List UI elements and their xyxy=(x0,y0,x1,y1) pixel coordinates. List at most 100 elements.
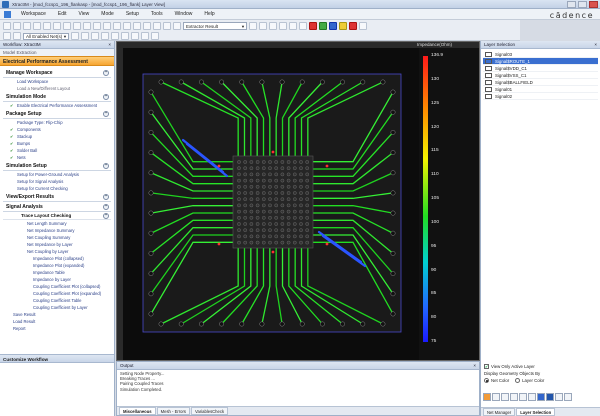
stackup-link[interactable]: Stackup xyxy=(3,133,111,140)
clear-highlight-icon[interactable] xyxy=(91,32,99,40)
refresh-layers-icon[interactable] xyxy=(555,393,563,401)
result-select[interactable]: Extractor Result ▼ xyxy=(183,22,247,30)
package-layout[interactable] xyxy=(123,48,419,360)
run-icon[interactable] xyxy=(249,22,257,30)
pin-icon[interactable] xyxy=(141,32,149,40)
section-package-setup[interactable]: Package Setup ⌃ xyxy=(3,110,111,119)
shape-icon[interactable] xyxy=(131,32,139,40)
menu-window[interactable]: Window xyxy=(169,11,199,17)
collapse-icon[interactable]: ⌃ xyxy=(103,111,109,117)
trace-check-item[interactable]: Net Impedance Summary xyxy=(3,227,111,234)
section-simulation-mode[interactable]: Simulation Mode ⌃ xyxy=(3,93,111,102)
zoom-out-icon[interactable] xyxy=(93,22,101,30)
trace-check-item[interactable]: Impedance Table xyxy=(3,269,111,276)
info-icon[interactable] xyxy=(329,22,337,30)
trace-check-item[interactable]: Coupling Coefficient Table xyxy=(3,297,111,304)
menu-workspace[interactable]: Workspace xyxy=(15,11,52,17)
tab-layer-selection[interactable]: Layer Selection xyxy=(516,408,556,416)
save-result-link[interactable]: Save Result xyxy=(3,311,111,318)
report-link[interactable]: Report xyxy=(3,325,111,332)
new-icon[interactable] xyxy=(3,22,11,30)
properties-icon[interactable] xyxy=(510,393,518,401)
nets-link[interactable]: Nets xyxy=(3,154,111,161)
move-down-icon[interactable] xyxy=(501,393,509,401)
view-only-active-checkbox[interactable] xyxy=(484,363,489,370)
layer-color-swatch[interactable] xyxy=(485,94,492,99)
export-icon[interactable] xyxy=(299,22,307,30)
warning-icon[interactable] xyxy=(339,22,347,30)
menu-mode[interactable]: Mode xyxy=(95,11,120,17)
load-workspace-link[interactable]: Load Workspace xyxy=(3,78,111,85)
text-icon[interactable] xyxy=(151,32,159,40)
section-signal-analysis[interactable]: Signal Analysis ⌃ xyxy=(3,203,111,212)
collapse-icon[interactable]: ⌃ xyxy=(103,194,109,200)
plot-icon[interactable] xyxy=(289,22,297,30)
layer-row[interactable]: Signal$VSS_C1 xyxy=(483,72,598,79)
menu-help[interactable]: Help xyxy=(198,11,220,17)
layer-color-swatch[interactable] xyxy=(485,80,492,85)
net-icon[interactable] xyxy=(153,22,161,30)
section-view-export[interactable]: View/Export Results ⌃ xyxy=(3,193,111,202)
close-button[interactable] xyxy=(589,1,598,8)
grid-icon[interactable] xyxy=(163,22,171,30)
trace-check-item[interactable]: Coupling Coefficient by Layer xyxy=(3,304,111,311)
net-color-radio[interactable] xyxy=(484,378,489,383)
component-icon[interactable] xyxy=(101,32,109,40)
trace-check-item[interactable]: Net Coupling Summary xyxy=(3,234,111,241)
error-icon[interactable] xyxy=(309,22,317,30)
setup-signal-link[interactable]: Setup for Signal Analysis xyxy=(3,178,111,185)
layer-color-swatch[interactable] xyxy=(485,52,492,57)
collapse-icon[interactable]: ⌃ xyxy=(103,70,109,76)
select-icon[interactable] xyxy=(113,22,121,30)
layer-row[interactable]: Signal02 xyxy=(483,93,598,100)
collapse-icon[interactable]: ⌃ xyxy=(103,213,109,219)
layer-row[interactable]: Signal$ROUTE_1 xyxy=(483,58,598,65)
trace-icon[interactable] xyxy=(121,32,129,40)
minimize-button[interactable] xyxy=(567,1,576,8)
layer-icon[interactable] xyxy=(143,22,151,30)
setup-current-link[interactable]: Setup for Current Checking xyxy=(3,185,111,192)
measure-icon[interactable] xyxy=(133,22,141,30)
save-icon[interactable] xyxy=(23,22,31,30)
tab-variables-check[interactable]: VariablesCheck xyxy=(191,407,229,415)
trace-check-item[interactable]: Net Coupling by Layer xyxy=(3,248,111,255)
simulate-icon[interactable] xyxy=(319,22,327,30)
orange-layer-icon[interactable] xyxy=(483,393,491,401)
stop-icon[interactable] xyxy=(259,22,267,30)
highlight-net-icon[interactable] xyxy=(81,32,89,40)
trace-check-item[interactable]: Net Impedance by Layer xyxy=(3,241,111,248)
cut-icon[interactable] xyxy=(33,22,41,30)
enable-epa-link[interactable]: Enable Electrical Performance Assessment xyxy=(3,102,111,109)
filter-icon[interactable] xyxy=(13,32,21,40)
refresh-icon[interactable] xyxy=(269,22,277,30)
components-link[interactable]: Components xyxy=(3,126,111,133)
solder-ball-link[interactable]: Solder Ball xyxy=(3,147,111,154)
active-workflow-step[interactable]: Electrical Performance Assessment xyxy=(0,56,114,66)
copy-icon[interactable] xyxy=(43,22,51,30)
net-select-icon[interactable] xyxy=(71,32,79,40)
close-icon[interactable]: × xyxy=(473,362,476,370)
menu-tools[interactable]: Tools xyxy=(145,11,169,17)
tab-miscellaneous[interactable]: Miscellaneous xyxy=(119,407,156,415)
undo-icon[interactable] xyxy=(63,22,71,30)
layer-row[interactable]: Signal01 xyxy=(483,86,598,93)
maximize-button[interactable] xyxy=(578,1,587,8)
collapse-icon[interactable]: ⌃ xyxy=(103,204,109,210)
move-up-icon[interactable] xyxy=(492,393,500,401)
trace-check-item[interactable]: Impedance by Layer xyxy=(3,276,111,283)
tab-net-manager[interactable]: Net Manager xyxy=(483,408,516,416)
customize-workflow[interactable]: Customize Workflow xyxy=(0,354,114,363)
view-only-active-option[interactable]: View Only Active Layer xyxy=(484,363,597,370)
redo-icon[interactable] xyxy=(73,22,81,30)
highlight-icon[interactable] xyxy=(349,22,357,30)
load-result-link[interactable]: Load Result xyxy=(3,318,111,325)
section-simulation-setup[interactable]: Simulation Setup ⌃ xyxy=(3,162,111,171)
trace-check-item[interactable]: Net Length Summary xyxy=(3,220,111,227)
view-3d-icon[interactable] xyxy=(173,22,181,30)
trace-check-item[interactable]: Coupling Coefficient Plot (expanded) xyxy=(3,290,111,297)
menu-edit[interactable]: Edit xyxy=(52,11,73,17)
color-icon[interactable] xyxy=(537,393,545,401)
setup-pg-link[interactable]: Setup for Power-Ground Analysis xyxy=(3,171,111,178)
layer-row[interactable]: Signal03 xyxy=(483,51,598,58)
layer-color-swatch[interactable] xyxy=(485,73,492,78)
